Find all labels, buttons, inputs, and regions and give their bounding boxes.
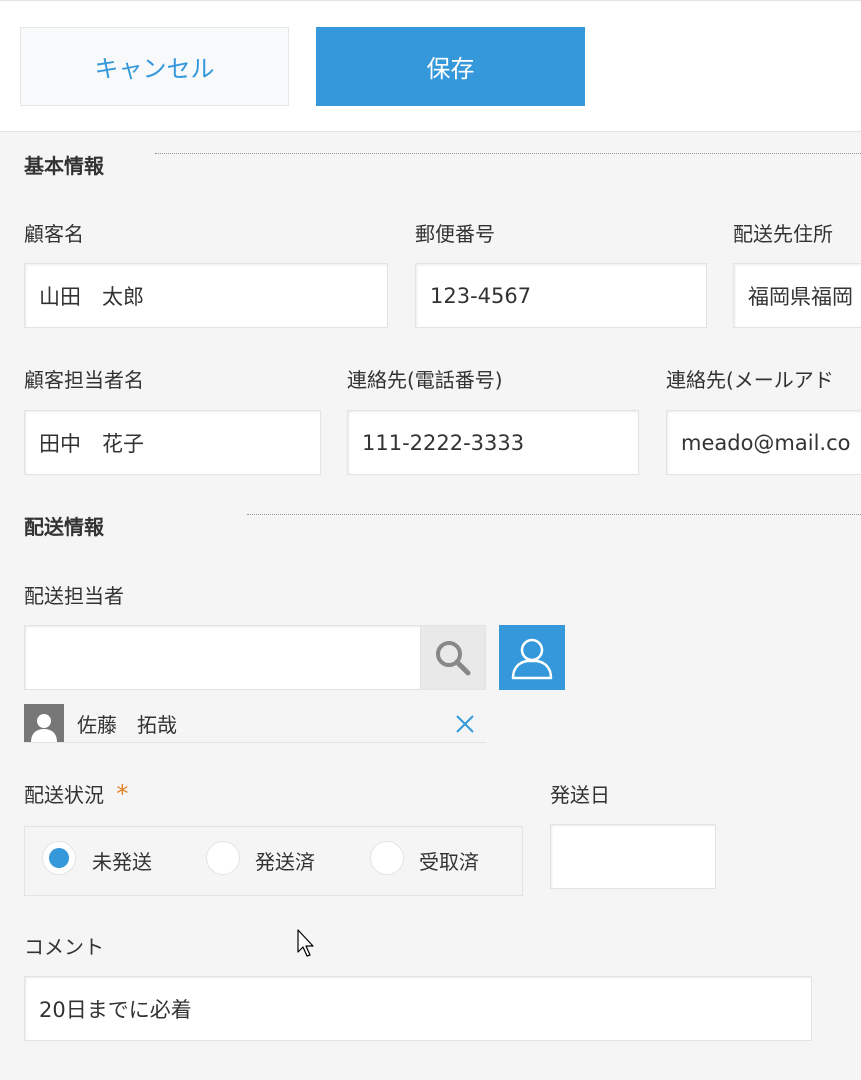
assignee-search-input[interactable] [24, 625, 421, 690]
contact-person-label: 顧客担当者名 [24, 368, 144, 392]
delivery-address-label: 配送先住所 [733, 222, 833, 246]
radio-shipped-label[interactable]: 発送済 [255, 846, 315, 875]
contact-person-field[interactable]: 田中 花子 [24, 410, 321, 475]
delivery-status-radio-group: 未発送 発送済 受取済 [24, 826, 523, 896]
customer-name-field[interactable]: 山田 太郎 [24, 263, 388, 328]
user-select-icon [511, 638, 553, 679]
selected-user-item: 佐藤 拓哉 [24, 704, 486, 743]
save-button[interactable]: 保存 [316, 27, 585, 106]
section-divider [155, 153, 861, 154]
delivery-address-label-wrap: 配送先住所 [733, 210, 861, 250]
section-divider [247, 514, 861, 515]
mouse-cursor-icon [297, 929, 314, 957]
search-icon [436, 640, 471, 675]
delivery-status-label-text: 配送状況 [24, 783, 104, 807]
cancel-button[interactable]: キャンセル [20, 27, 289, 106]
radio-not-shipped[interactable] [42, 841, 76, 875]
phone-field[interactable]: 111-2222-3333 [347, 410, 639, 475]
phone-label: 連絡先(電話番号) [347, 368, 503, 392]
user-select-button[interactable] [499, 625, 565, 690]
required-mark: * [116, 780, 129, 808]
remove-user-button[interactable] [453, 712, 477, 736]
selected-user-name: 佐藤 拓哉 [77, 713, 177, 737]
radio-received-label[interactable]: 受取済 [419, 846, 479, 875]
comment-label: コメント [24, 935, 104, 959]
customer-name-label: 顧客名 [24, 222, 84, 246]
ship-date-field[interactable] [550, 824, 716, 889]
email-field[interactable]: meado@mail.co [666, 410, 861, 475]
radio-shipped[interactable] [206, 841, 240, 875]
delivery-status-label: 配送状況 * [24, 779, 128, 808]
section-title-basic-info: 基本情報 [24, 154, 104, 178]
email-label: 連絡先(メールアド [666, 368, 834, 392]
postal-code-field[interactable]: 123-4567 [415, 263, 707, 328]
comment-field[interactable]: 20日までに必着 [24, 976, 812, 1041]
email-label-wrap: 連絡先(メールアド [666, 356, 861, 396]
radio-received[interactable] [370, 841, 404, 875]
toolbar: キャンセル 保存 [0, 0, 861, 132]
assignee-label: 配送担当者 [24, 584, 124, 608]
user-avatar-icon [24, 704, 64, 742]
section-title-delivery-info: 配送情報 [24, 515, 104, 539]
ship-date-label: 発送日 [550, 783, 610, 807]
radio-not-shipped-label[interactable]: 未発送 [92, 846, 152, 875]
delivery-address-field[interactable]: 福岡県福岡 [733, 263, 861, 328]
remove-icon [456, 715, 474, 733]
assignee-search-button[interactable] [420, 625, 486, 690]
postal-code-label: 郵便番号 [415, 222, 495, 246]
